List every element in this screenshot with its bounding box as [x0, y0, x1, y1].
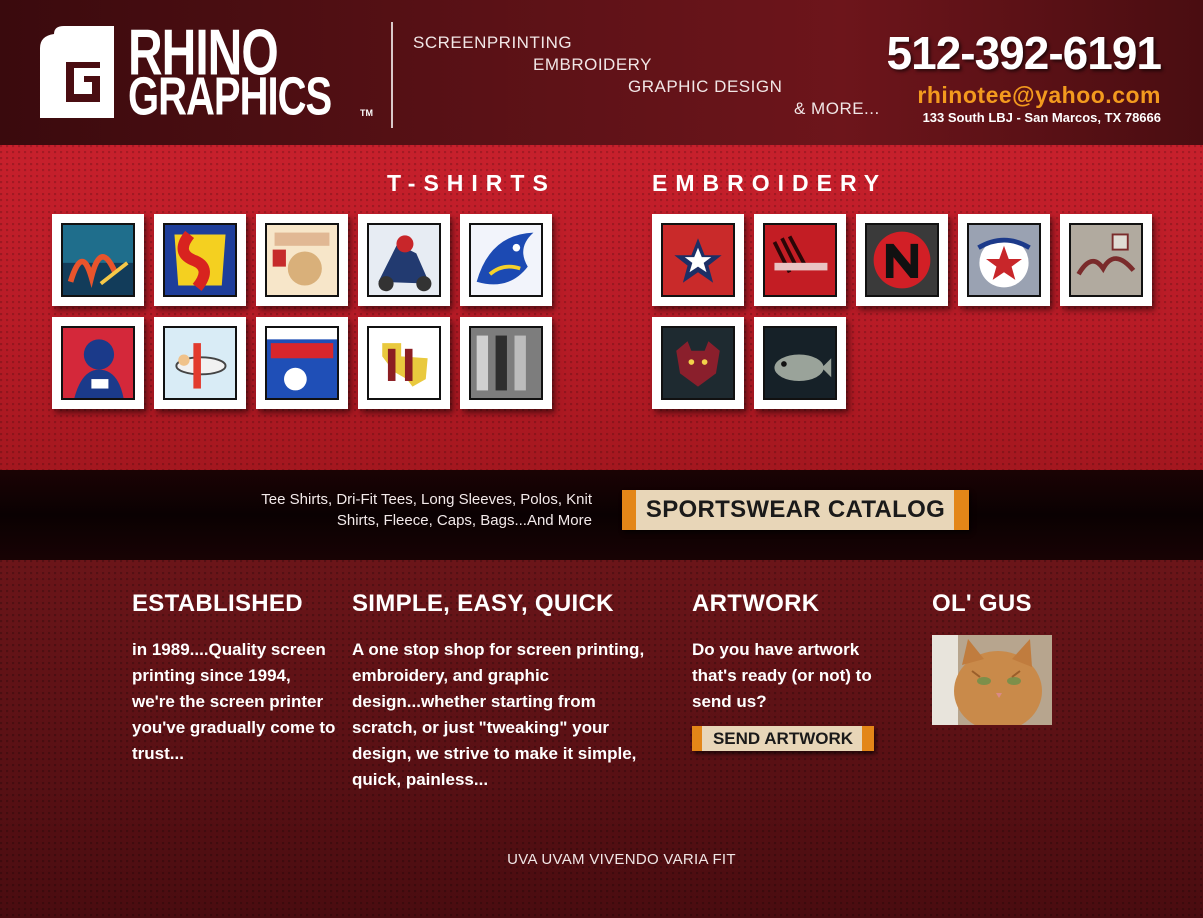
service-more: & MORE...	[794, 99, 880, 118]
rhino-mark-icon	[40, 26, 114, 118]
embroidery-bass-image	[765, 328, 835, 398]
header-divider	[391, 22, 393, 128]
tshirt-aloha-image	[63, 225, 133, 295]
gallery-band	[0, 145, 1203, 470]
tshirt-thumb-hn-photo[interactable]	[460, 317, 552, 409]
embroidery-red-raiders-image	[867, 225, 937, 295]
embroidery-thumb-texans[interactable]	[652, 214, 744, 306]
tshirt-south-africa-image	[165, 225, 235, 295]
tshirt-thumb-motocross[interactable]	[358, 214, 450, 306]
sportswear-catalog-button[interactable]: SPORTSWEAR CATALOG	[622, 490, 969, 530]
tshirt-airplane-image	[165, 328, 235, 398]
service-screenprinting: SCREENPRINTING	[413, 33, 573, 52]
tshirt-thumb-aloha-delta[interactable]	[52, 214, 144, 306]
established-text: in 1989....Quality screen printing since…	[132, 640, 336, 763]
tshirts-title: T-SHIRTS	[387, 170, 556, 196]
tshirt-thumb-texas[interactable]	[358, 317, 450, 409]
tshirt-marlin-image	[471, 225, 541, 295]
embroidery-texans-image	[663, 225, 733, 295]
established-heading: ESTABLISHED	[132, 590, 303, 617]
gus-heading: OL' GUS	[932, 590, 1032, 617]
embroidery-lyn-image	[765, 225, 835, 295]
tshirt-texas-image	[369, 328, 439, 398]
tshirt-thumb-airplane[interactable]	[154, 317, 246, 409]
footer-motto: UVA UVAM VIVENDO VARIA FIT	[507, 851, 736, 868]
service-graphic-design: GRAPHIC DESIGN	[628, 77, 783, 96]
tshirt-motocross-image	[369, 225, 439, 295]
rhino-graphics-logo[interactable]: RHINO GRAPHICS TM	[40, 21, 380, 127]
embroidery-thumb-softball[interactable]	[958, 214, 1050, 306]
tshirt-thumb-super-bowl[interactable]	[256, 317, 348, 409]
embroidery-thumb-montana[interactable]	[1060, 214, 1152, 306]
simple-heading: SIMPLE, EASY, QUICK	[352, 590, 614, 617]
service-embroidery: EMBROIDERY	[533, 55, 652, 74]
embroidery-thumb-bobcat[interactable]	[652, 317, 744, 409]
tshirt-iraqi-freedom-image	[267, 225, 337, 295]
phone-number: 512-392-6191	[886, 27, 1162, 79]
tshirt-hn-image	[471, 328, 541, 398]
cat-photo-image	[932, 635, 1052, 725]
tshirt-thumb-football-player[interactable]	[52, 317, 144, 409]
trademark-mark: TM	[360, 108, 373, 118]
embroidery-title: EMBROIDERY	[652, 170, 888, 196]
catalog-strip	[0, 470, 1203, 560]
embroidery-thumb-bass[interactable]	[754, 317, 846, 409]
send-artwork-button[interactable]: SEND ARTWORK	[692, 726, 874, 751]
embroidery-montana-image	[1071, 225, 1141, 295]
gus-cat-photo	[932, 635, 1052, 725]
embroidery-thumb-red-raiders[interactable]	[856, 214, 948, 306]
email-link[interactable]: rhinotee@yahoo.com	[917, 82, 1161, 109]
embroidery-bobcat-image	[663, 328, 733, 398]
logo-word-graphics: GRAPHICS	[128, 67, 332, 127]
embroidery-thumb-lyn-contract[interactable]	[754, 214, 846, 306]
tshirt-thumb-iraqi-freedom[interactable]	[256, 214, 348, 306]
tshirt-football-image	[63, 328, 133, 398]
artwork-text: Do you have artwork that's ready (or not…	[692, 640, 872, 711]
product-types-text: Tee Shirts, Dri-Fit Tees, Long Sleeves, …	[261, 491, 592, 529]
tshirt-thumb-south-africa[interactable]	[154, 214, 246, 306]
artwork-heading: ARTWORK	[692, 590, 820, 617]
embroidery-softball-image	[969, 225, 1039, 295]
street-address: 133 South LBJ - San Marcos, TX 78666	[922, 110, 1161, 125]
tshirt-thumb-marlin[interactable]	[460, 214, 552, 306]
simple-text: A one stop shop for screen printing, emb…	[352, 640, 645, 789]
tshirt-super-bowl-image	[267, 328, 337, 398]
